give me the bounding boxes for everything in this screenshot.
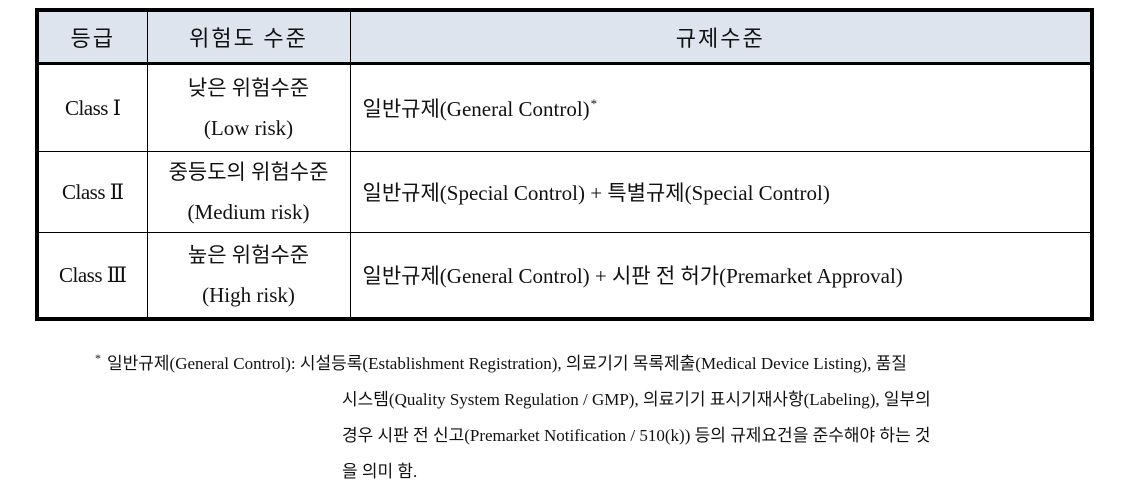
footnote-term: 일반규제(General Control):: [107, 354, 296, 373]
risk-korean: 중등도의 위험수준: [168, 160, 329, 184]
footnote-text: 시설등록(Establishment Registration), 의료기기 목…: [299, 354, 907, 373]
risk-english: (High risk): [202, 283, 295, 307]
footnote-line-4: 을 의미 함.: [342, 462, 418, 481]
regulation-cell: 일반규제(General Control)*: [350, 63, 1092, 152]
table-header-row: 등급 위험도 수준 규제수준: [37, 10, 1092, 65]
regulation-cell: 일반규제(General Control) + 시판 전 허가(Premarke…: [350, 233, 1092, 320]
header-class: 등급: [37, 10, 148, 65]
risk-korean: 낮은 위험수준: [187, 76, 310, 100]
table-row: Class Ⅰ 낮은 위험수준 (Low risk) 일반규제(General …: [37, 63, 1092, 152]
risk-english: (Low risk): [203, 116, 294, 140]
regulation-text: 일반규제(General Control): [362, 97, 590, 121]
risk-english: (Medium risk): [187, 200, 310, 224]
regulation-text: 일반규제(General Control) + 시판 전 허가(Premarke…: [362, 264, 903, 288]
footnote-mark: *: [95, 351, 101, 365]
risk-cell: 낮은 위험수준 (Low risk): [147, 63, 351, 152]
regulation-text: 일반규제(Special Control) + 특별규제(Special Con…: [362, 181, 830, 205]
risk-cell: 높은 위험수준 (High risk): [147, 232, 351, 319]
risk-korean: 높은 위험수준: [187, 243, 310, 267]
regulation-cell: 일반규제(Special Control) + 특별규제(Special Con…: [350, 151, 1092, 233]
class-cell: Class Ⅰ: [37, 63, 148, 152]
device-classification-table: 등급 위험도 수준 규제수준 Class Ⅰ 낮은 위험수준 (Low risk…: [35, 8, 1094, 321]
table-row: Class Ⅱ 중등도의 위험수준 (Medium risk) 일반규제(Spe…: [37, 151, 1092, 233]
risk-cell: 중등도의 위험수준 (Medium risk): [147, 151, 351, 233]
class-cell: Class Ⅲ: [37, 232, 148, 319]
footnote-line-1: * 일반규제(General Control): 시설등록(Establishme…: [95, 340, 1085, 382]
header-risk-level: 위험도 수준: [147, 10, 351, 65]
table-footnote: * 일반규제(General Control): 시설등록(Establishme…: [95, 340, 1085, 490]
footnote-line-2: 시스템(Quality System Regulation / GMP), 의료…: [342, 390, 931, 409]
table-row: Class Ⅲ 높은 위험수준 (High risk) 일반규제(General…: [37, 232, 1092, 320]
footnote-line-3: 경우 시판 전 신고(Premarket Notification / 510(…: [342, 426, 931, 445]
footnote-reference: *: [590, 96, 598, 111]
class-cell: Class Ⅱ: [37, 151, 148, 233]
header-regulation-level: 규제수준: [350, 10, 1092, 65]
